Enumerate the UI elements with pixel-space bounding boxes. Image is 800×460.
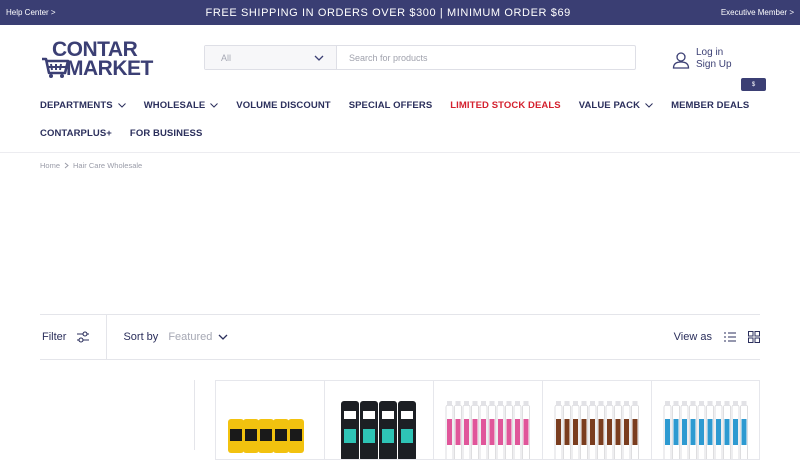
currency-selector[interactable]: $: [741, 78, 766, 91]
sort-select[interactable]: Featured: [168, 331, 228, 343]
filter-button[interactable]: Filter: [40, 315, 108, 359]
chevron-down-icon: [314, 55, 324, 61]
list-view-icon[interactable]: [724, 332, 736, 342]
nav-item-special-offers[interactable]: SPECIAL OFFERS: [349, 100, 433, 111]
nav-item-label: SPECIAL OFFERS: [348, 100, 433, 111]
search-bar: All: [204, 45, 636, 70]
user-icon[interactable]: [672, 51, 690, 69]
nav-item-label: WHOLESALE: [143, 100, 206, 111]
chevron-down-icon: [645, 103, 653, 108]
nav-item-value-pack[interactable]: VALUE PACK: [579, 100, 653, 111]
breadcrumb-home[interactable]: Home: [40, 161, 60, 170]
nav-item-member-deals[interactable]: MEMBER DEALS: [671, 100, 749, 111]
breadcrumb-current: Hair Care Wholesale: [73, 161, 143, 170]
sort-control: Sort by Featured: [107, 331, 228, 343]
product-image: [554, 401, 639, 459]
sort-select-value: Featured: [168, 331, 213, 343]
nav-item-departments[interactable]: DEPARTMENTS: [40, 100, 126, 111]
product-card[interactable]: [433, 380, 542, 460]
chevron-down-icon: [117, 103, 126, 108]
product-image: [341, 401, 416, 459]
nav-item-wholesale[interactable]: WHOLESALE: [144, 100, 219, 111]
executive-member-link[interactable]: Executive Member >: [721, 8, 794, 17]
nav-item-label: CONTARPLUS+: [40, 128, 112, 139]
product-image: [228, 419, 304, 453]
chevron-down-icon: [210, 103, 219, 108]
product-image: [663, 401, 748, 459]
logo-text-market: MARKET: [66, 57, 153, 80]
product-image: [445, 401, 530, 459]
nav-item-label: DEPARTMENTS: [40, 100, 113, 111]
nav-item-label: MEMBER DEALS: [671, 100, 750, 111]
filter-sidebar-divider: [194, 380, 195, 450]
nav-item-label: FOR BUSINESS: [129, 128, 203, 139]
account-area: Log in Sign Up: [672, 47, 732, 71]
contar-market-logo[interactable]: CONTAR MARKET: [40, 36, 174, 82]
nav-item-limited-stock-deals[interactable]: LIMITED STOCK DEALS: [450, 100, 560, 111]
collection-toolbar: Filter Sort by Featured View as: [40, 314, 760, 360]
product-card[interactable]: [542, 380, 651, 460]
chevron-down-icon: [218, 334, 228, 340]
view-as-label: View as: [673, 331, 712, 343]
category-select-value: All: [221, 52, 232, 63]
product-card[interactable]: [324, 380, 433, 460]
nav-item-label: LIMITED STOCK DEALS: [450, 100, 561, 111]
free-shipping-banner: FREE SHIPPING IN ORDERS OVER $300 | MINI…: [205, 6, 571, 19]
filter-label: Filter: [42, 331, 67, 343]
nav-item-contarplus[interactable]: CONTARPLUS+: [40, 128, 112, 139]
sort-label: Sort by: [123, 331, 159, 343]
nav-item-volume-discount[interactable]: VOLUME DISCOUNT: [236, 100, 330, 111]
category-select[interactable]: All: [205, 46, 337, 69]
login-link[interactable]: Log in: [696, 47, 732, 59]
help-center-link[interactable]: Help Center >: [6, 8, 56, 17]
nav-item-for-business[interactable]: FOR BUSINESS: [130, 128, 202, 139]
signup-link[interactable]: Sign Up: [696, 59, 732, 71]
product-card[interactable]: [651, 380, 760, 460]
main-navigation: DEPARTMENTS WHOLESALE VOLUME DISCOUNT SPECI…: [0, 93, 800, 146]
grid-view-icon[interactable]: [748, 331, 760, 343]
nav-row-primary: DEPARTMENTS WHOLESALE VOLUME DISCOUNT SPECI…: [40, 93, 760, 118]
nav-item-label: VALUE PACK: [578, 100, 641, 111]
breadcrumb: Home Hair Care Wholesale: [0, 153, 800, 178]
search-input[interactable]: [337, 46, 635, 69]
nav-item-label: VOLUME DISCOUNT: [236, 100, 331, 111]
chevron-right-icon: [64, 162, 69, 169]
site-header: CONTAR MARKET All Log in Sign Up $: [0, 25, 800, 93]
product-grid: [215, 380, 760, 460]
sliders-icon: [77, 331, 90, 343]
top-announcement-bar: Help Center > FREE SHIPPING IN ORDERS OV…: [0, 0, 800, 25]
product-card[interactable]: [215, 380, 324, 460]
view-toggle: View as: [674, 331, 760, 343]
nav-row-secondary: CONTARPLUS+ FOR BUSINESS: [40, 121, 760, 146]
